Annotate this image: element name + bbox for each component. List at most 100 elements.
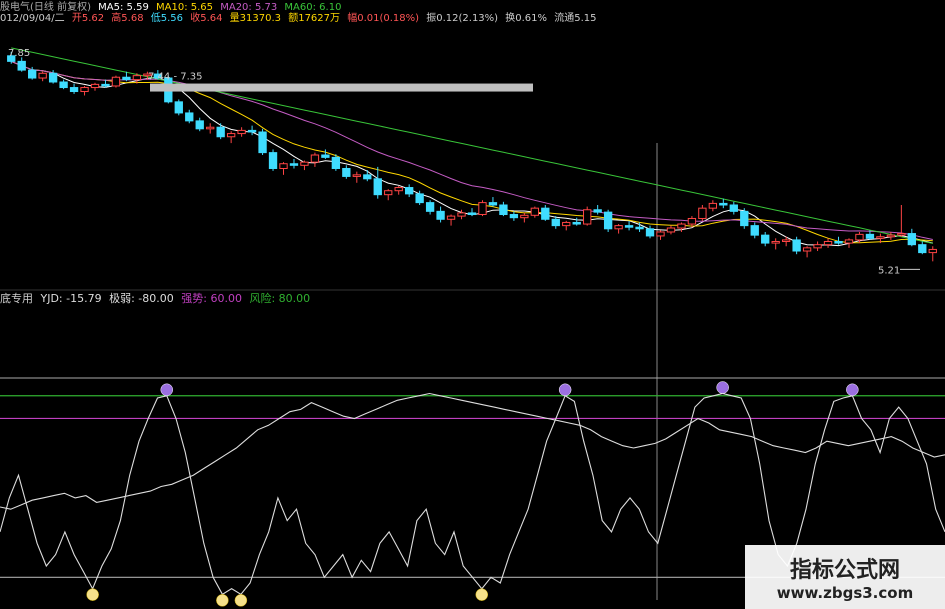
candlestick-series (7, 51, 937, 262)
candle-body (666, 227, 676, 233)
candle (802, 246, 812, 258)
candle-body (572, 221, 581, 225)
candle (729, 201, 738, 215)
sad-face-icon (846, 383, 859, 397)
smile-face-icon (475, 588, 489, 601)
candle-body (436, 210, 445, 220)
candle (59, 79, 68, 90)
candle-body (28, 69, 37, 79)
upper-indicator-line (0, 392, 945, 510)
candle (844, 238, 854, 248)
float-label: 流通5.15 (554, 13, 597, 24)
candle-body (520, 214, 529, 219)
candle-body (583, 209, 592, 225)
candle-body (331, 156, 341, 169)
candle-body (603, 211, 613, 230)
candle-body (740, 210, 749, 227)
candle (17, 57, 26, 72)
candle (677, 222, 686, 232)
candle (530, 206, 539, 218)
candle-body (446, 215, 456, 220)
candle (69, 83, 79, 94)
candle-body (373, 178, 382, 196)
low-price-label: 5.21 (878, 265, 900, 276)
candle (237, 127, 246, 137)
risk-value: 风险: 80.00 (249, 292, 311, 305)
candle (373, 166, 382, 199)
candle (258, 128, 267, 155)
candle (363, 170, 372, 182)
candle-body (928, 248, 937, 254)
candle (488, 197, 498, 207)
candle-body (897, 233, 906, 236)
candle (886, 231, 896, 240)
range-bar (150, 83, 533, 92)
candle-body (405, 187, 414, 195)
candle-body (352, 174, 361, 177)
candle-body (268, 152, 278, 169)
candle (823, 238, 833, 248)
candle-body (488, 202, 498, 206)
candle-body (750, 225, 759, 236)
candle-body (541, 207, 550, 220)
candle-body (918, 244, 927, 254)
yjd-value: YJD: -15.79 (40, 292, 102, 305)
close-label: 收5.64 (190, 13, 223, 24)
candle-body (614, 225, 623, 230)
candle-body (781, 239, 791, 242)
candle-body (247, 129, 257, 133)
candle-body (478, 202, 487, 216)
date-label: 012/09/04/二 (0, 13, 65, 24)
candle-body (279, 163, 288, 169)
candle-body (499, 204, 508, 216)
amplitude-label: 振0.12(2.13%) (426, 13, 499, 24)
candle-body (687, 217, 697, 225)
candle (342, 165, 351, 179)
candle-body (509, 214, 519, 219)
candle (195, 117, 204, 132)
candle-body (90, 83, 100, 89)
candle (551, 216, 560, 229)
candle (80, 85, 89, 96)
candle-body (813, 244, 822, 249)
candle-body (876, 236, 885, 239)
candle-body (656, 231, 665, 237)
candle-body (38, 72, 47, 79)
change-label: 幅0.01(0.18%) (347, 13, 420, 24)
candle (289, 158, 299, 169)
candle (405, 184, 414, 198)
candle-body (48, 72, 58, 83)
ma5-label: MA5: 5.59 (98, 2, 149, 13)
candle (750, 222, 759, 239)
candle-body (425, 202, 435, 212)
turnover-label: 换0.61% (505, 13, 548, 24)
candle (268, 149, 278, 171)
sad-face-icon (716, 381, 729, 394)
candle-body (342, 167, 351, 177)
candle-body (844, 239, 854, 244)
candle-body (792, 239, 801, 252)
candle (446, 214, 456, 226)
candle (436, 206, 445, 223)
candle-body (69, 87, 79, 93)
smile-face-icon (234, 594, 248, 607)
candle-body (310, 154, 320, 163)
candle-body (80, 87, 89, 93)
candle (174, 99, 183, 116)
candle-body (551, 218, 560, 227)
candle-body (132, 75, 142, 81)
candle (771, 238, 780, 250)
high-label: 高5.68 (111, 13, 144, 24)
candle-body (719, 202, 728, 206)
candle-body (865, 233, 875, 239)
candle-body (206, 126, 215, 130)
candle-body (237, 129, 246, 135)
candle-body (467, 212, 477, 216)
candle (740, 208, 749, 229)
candle (603, 209, 613, 232)
candle (614, 224, 623, 234)
sad-face-icon (160, 383, 174, 397)
candle (478, 200, 487, 217)
candle-body (384, 190, 393, 196)
candle (509, 211, 519, 221)
